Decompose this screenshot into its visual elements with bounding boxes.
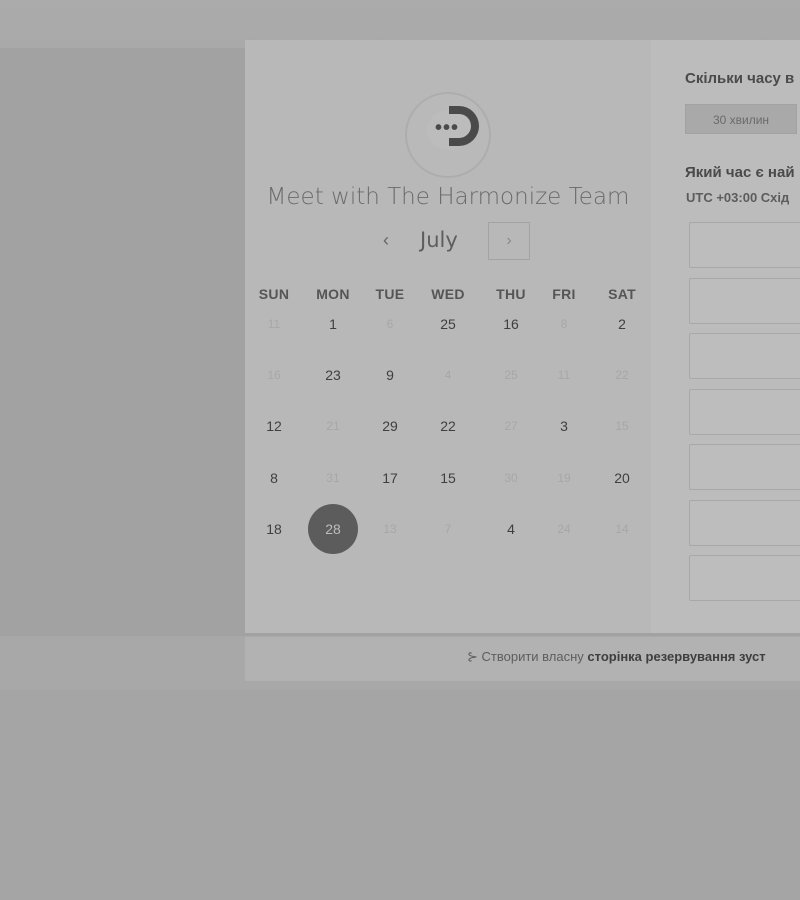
calendar-day[interactable]: 9 <box>365 350 415 400</box>
meeting-title: Meet with The Harmonize Team <box>266 184 630 210</box>
create-booking-link[interactable]: ⊱ Створити власну сторінка резервування … <box>467 649 766 665</box>
previous-month-button[interactable]: ‹ <box>375 230 397 252</box>
time-slot-button[interactable] <box>689 333 800 379</box>
calendar-day[interactable]: 15 <box>423 453 473 503</box>
calendar-day[interactable]: 3 <box>539 401 589 451</box>
calendar-day[interactable]: 18 <box>249 504 299 554</box>
time-question: Який час є най <box>685 164 795 181</box>
calendar-day-selected[interactable]: 28 <box>308 504 358 554</box>
calendar-day: 31 <box>326 471 340 485</box>
time-slot-button[interactable] <box>689 555 800 601</box>
calendar-day: 11 <box>267 317 281 331</box>
calendar-day: 13 <box>383 522 397 536</box>
calendar-day: 8 <box>560 317 568 331</box>
calendar-day: 22 <box>615 368 629 382</box>
calendar-day: 24 <box>557 522 571 536</box>
calendar-day: 4 <box>444 368 452 382</box>
calendar-day[interactable]: 20 <box>597 453 647 503</box>
month-label: July <box>420 228 458 252</box>
calendar-day[interactable]: 4 <box>486 504 536 554</box>
hubspot-sprocket-icon: ⊱ <box>467 649 478 664</box>
calendar-day[interactable]: 8 <box>249 453 299 503</box>
calendar-day: 15 <box>615 419 629 433</box>
calendar-day[interactable]: 23 <box>308 350 358 400</box>
time-slot-button[interactable] <box>689 499 800 546</box>
calendar-day: 14 <box>615 522 629 536</box>
calendar-day: 16 <box>267 368 281 382</box>
calendar-day[interactable]: 25 <box>423 299 473 349</box>
team-logo: ••• <box>405 92 491 178</box>
calendar-day: 25 <box>504 368 518 382</box>
footer-text: Створити власну <box>481 649 588 664</box>
time-slot-button[interactable] <box>689 277 800 324</box>
calendar-day[interactable]: 2 <box>597 299 647 349</box>
calendar-panel: ••• Meet with The Harmonize Team ‹ July … <box>245 40 651 633</box>
calendar-day: 30 <box>504 471 518 485</box>
calendar-day: 7 <box>444 522 452 536</box>
calendar-day: 6 <box>386 317 394 331</box>
calendar-day[interactable]: 16 <box>486 299 536 349</box>
footer-text-bold: сторінка резервування зуст <box>587 649 766 664</box>
calendar-day: 27 <box>504 419 518 433</box>
calendar-day: 19 <box>557 471 571 485</box>
duration-question: Скільки часу в <box>685 70 795 87</box>
meetings-card: ••• Meet with The Harmonize Team ‹ July … <box>245 40 800 681</box>
logo-hook-shape <box>449 106 479 146</box>
calendar-day[interactable]: 29 <box>365 401 415 451</box>
calendar-day: 11 <box>557 368 571 382</box>
next-month-button[interactable]: › <box>488 222 530 260</box>
calendar-day[interactable]: 17 <box>365 453 415 503</box>
calendar-day[interactable]: 1 <box>308 299 358 349</box>
timezone-label[interactable]: UTC +03:00 Схід <box>686 190 800 205</box>
duration-option-30[interactable]: 30 хвилин <box>685 104 797 134</box>
calendar-day[interactable]: 12 <box>249 401 299 451</box>
booking-panel: Скільки часу в 30 хвилин Який час є най … <box>651 40 800 633</box>
calendar-day: 21 <box>326 419 340 433</box>
time-slot-button[interactable] <box>689 444 800 490</box>
calendar-day[interactable]: 22 <box>423 401 473 451</box>
time-slot-button[interactable] <box>689 388 800 435</box>
footer-bar: ⊱ Створити власну сторінка резервування … <box>245 636 800 681</box>
time-slot-button[interactable] <box>689 222 800 268</box>
